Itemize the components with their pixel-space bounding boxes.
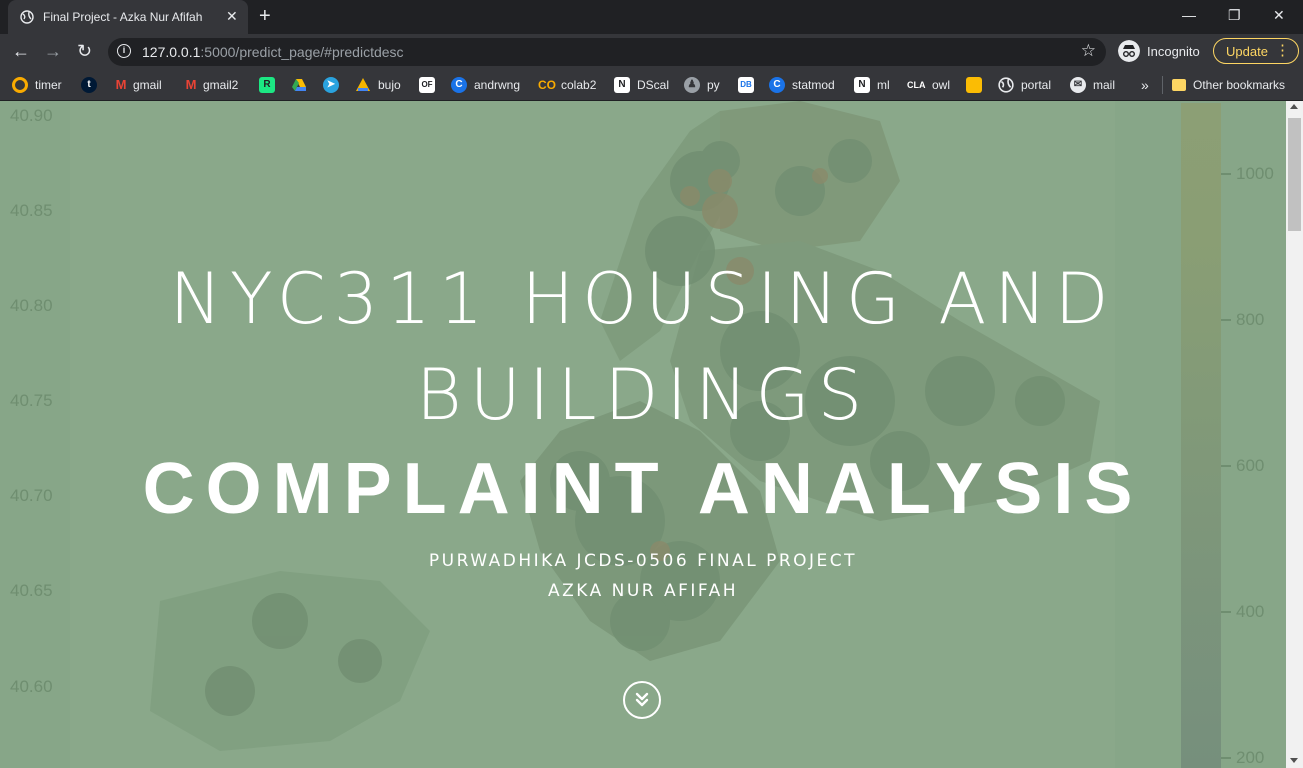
bookmark-dscal[interactable]: N DScal <box>614 70 669 100</box>
colorbar-tick <box>1221 173 1231 175</box>
bookmark-bujo[interactable]: bujo <box>355 70 401 100</box>
browser-toolbar: ← → ↻ i 127.0.0.1:5000/predict_page/#pre… <box>0 34 1303 70</box>
chevron-double-down-icon <box>635 692 649 707</box>
bookmark-portal[interactable]: portal <box>998 70 1051 100</box>
colorbar-tick <box>1221 611 1231 613</box>
timer-icon <box>12 77 28 93</box>
window-close-icon[interactable]: ✕ <box>1273 7 1285 24</box>
gmail-icon: M <box>185 77 197 92</box>
new-tab-button[interactable]: + <box>259 6 271 26</box>
bookmark-py[interactable]: ♟ py <box>684 70 720 100</box>
minimize-icon[interactable]: — <box>1182 7 1196 23</box>
hero-title-bold: COMPLAINT ANALYSIS <box>142 449 1144 529</box>
close-icon[interactable]: ✕ <box>226 9 238 23</box>
tumblr-icon: t <box>81 77 97 93</box>
menu-dots-icon: ⋮ <box>1275 42 1290 59</box>
c-icon: C <box>769 77 785 93</box>
py-icon: ♟ <box>684 77 700 93</box>
tab-strip: Final Project - Azka Nur Afifah ✕ + — ❐ … <box>0 0 1303 34</box>
hero-section: 40.90 40.85 40.80 40.75 40.70 40.65 40.6… <box>0 101 1286 768</box>
telegram-icon: ➤ <box>323 77 339 93</box>
hero-title-line1: NYC311 HOUSING AND <box>169 258 1117 340</box>
other-bookmarks[interactable]: Other bookmarks <box>1172 70 1285 100</box>
bujo-icon <box>356 78 370 91</box>
lat-label: 40.90 <box>10 106 53 125</box>
film-icon: OF <box>419 77 435 93</box>
forward-icon[interactable]: → <box>44 42 62 60</box>
doc-icon: DB <box>738 77 754 93</box>
colorbar-label: 200 <box>1236 748 1265 767</box>
back-icon[interactable]: ← <box>12 42 30 60</box>
tab-active[interactable]: Final Project - Azka Nur Afifah ✕ <box>8 0 248 34</box>
scrollbar-thumb[interactable] <box>1288 118 1301 231</box>
scroll-down-button[interactable] <box>623 681 661 719</box>
mail-icon: ✉ <box>1070 77 1086 93</box>
cla-icon: CLA <box>907 80 926 90</box>
note-icon <box>966 77 982 93</box>
colorbar-label: 1000 <box>1236 164 1274 183</box>
more-bookmarks-icon[interactable]: » <box>1141 70 1149 100</box>
lat-label: 40.60 <box>10 677 53 696</box>
url-text[interactable]: 127.0.0.1:5000/predict_page/#predictdesc <box>142 44 404 60</box>
lat-label: 40.85 <box>10 201 53 220</box>
colab-icon: CO <box>538 78 556 92</box>
bookmark-separator <box>1162 76 1163 94</box>
site-info-icon[interactable]: i <box>117 44 131 58</box>
gmail-icon: M <box>115 77 127 92</box>
notion-icon: N <box>854 77 870 93</box>
globe-icon <box>20 10 34 24</box>
tab-title: Final Project - Azka Nur Afifah <box>43 10 203 24</box>
page-scrollbar[interactable] <box>1286 101 1303 768</box>
bookmark-timer[interactable]: timer <box>12 70 62 100</box>
bookmark-gmail2[interactable]: M gmail2 <box>183 70 239 100</box>
bookmark-doc[interactable]: DB <box>738 70 754 100</box>
bookmarks-bar: timer t M gmail M gmail2 R ➤ bujo OF C a… <box>0 70 1303 101</box>
bookmark-tumblr[interactable]: t <box>81 70 97 100</box>
c-icon: C <box>451 77 467 93</box>
bookmark-colab2[interactable]: CO colab2 <box>538 70 596 100</box>
update-button[interactable]: Update ⋮ <box>1213 38 1299 64</box>
bookmark-mail[interactable]: ✉ mail <box>1070 70 1115 100</box>
bookmark-statmod[interactable]: C statmod <box>769 70 835 100</box>
incognito-label: Incognito <box>1147 44 1200 59</box>
colorbar-tick <box>1221 757 1231 759</box>
folder-icon <box>1172 79 1186 91</box>
bookmark-star-icon[interactable]: ☆ <box>1081 41 1096 61</box>
bookmark-r[interactable]: R <box>259 70 275 100</box>
bookmark-owl[interactable]: CLA owl <box>907 70 950 100</box>
notion-icon: N <box>614 77 630 93</box>
hero-author: AZKA NUR AFIFAH <box>547 581 739 601</box>
bookmark-ml[interactable]: N ml <box>854 70 890 100</box>
address-bar[interactable]: i 127.0.0.1:5000/predict_page/#predictde… <box>108 38 1106 66</box>
bookmark-andrwng[interactable]: C andrwng <box>451 70 520 100</box>
r-icon: R <box>259 77 275 93</box>
hero-subtitle: PURWADHIKA JCDS-0506 FINAL PROJECT <box>428 551 858 571</box>
bookmark-drive[interactable] <box>291 70 307 100</box>
bookmark-note[interactable] <box>966 70 982 100</box>
bookmark-film[interactable]: OF <box>419 70 435 100</box>
incognito-indicator[interactable]: Incognito <box>1117 39 1207 65</box>
update-label: Update <box>1226 44 1268 59</box>
bookmark-gmail[interactable]: M gmail <box>113 70 162 100</box>
scroll-down-arrow-icon[interactable] <box>1290 758 1298 763</box>
bookmark-telegram[interactable]: ➤ <box>323 70 339 100</box>
scroll-up-arrow-icon[interactable] <box>1290 104 1298 109</box>
globe-icon <box>998 77 1014 93</box>
incognito-icon <box>1118 40 1140 62</box>
restore-icon[interactable]: ❐ <box>1228 7 1241 24</box>
hero-title-line2: BUILDINGS <box>415 354 871 436</box>
drive-icon <box>292 79 306 91</box>
colorbar-label: 400 <box>1236 602 1265 621</box>
reload-icon[interactable]: ↻ <box>77 42 92 60</box>
